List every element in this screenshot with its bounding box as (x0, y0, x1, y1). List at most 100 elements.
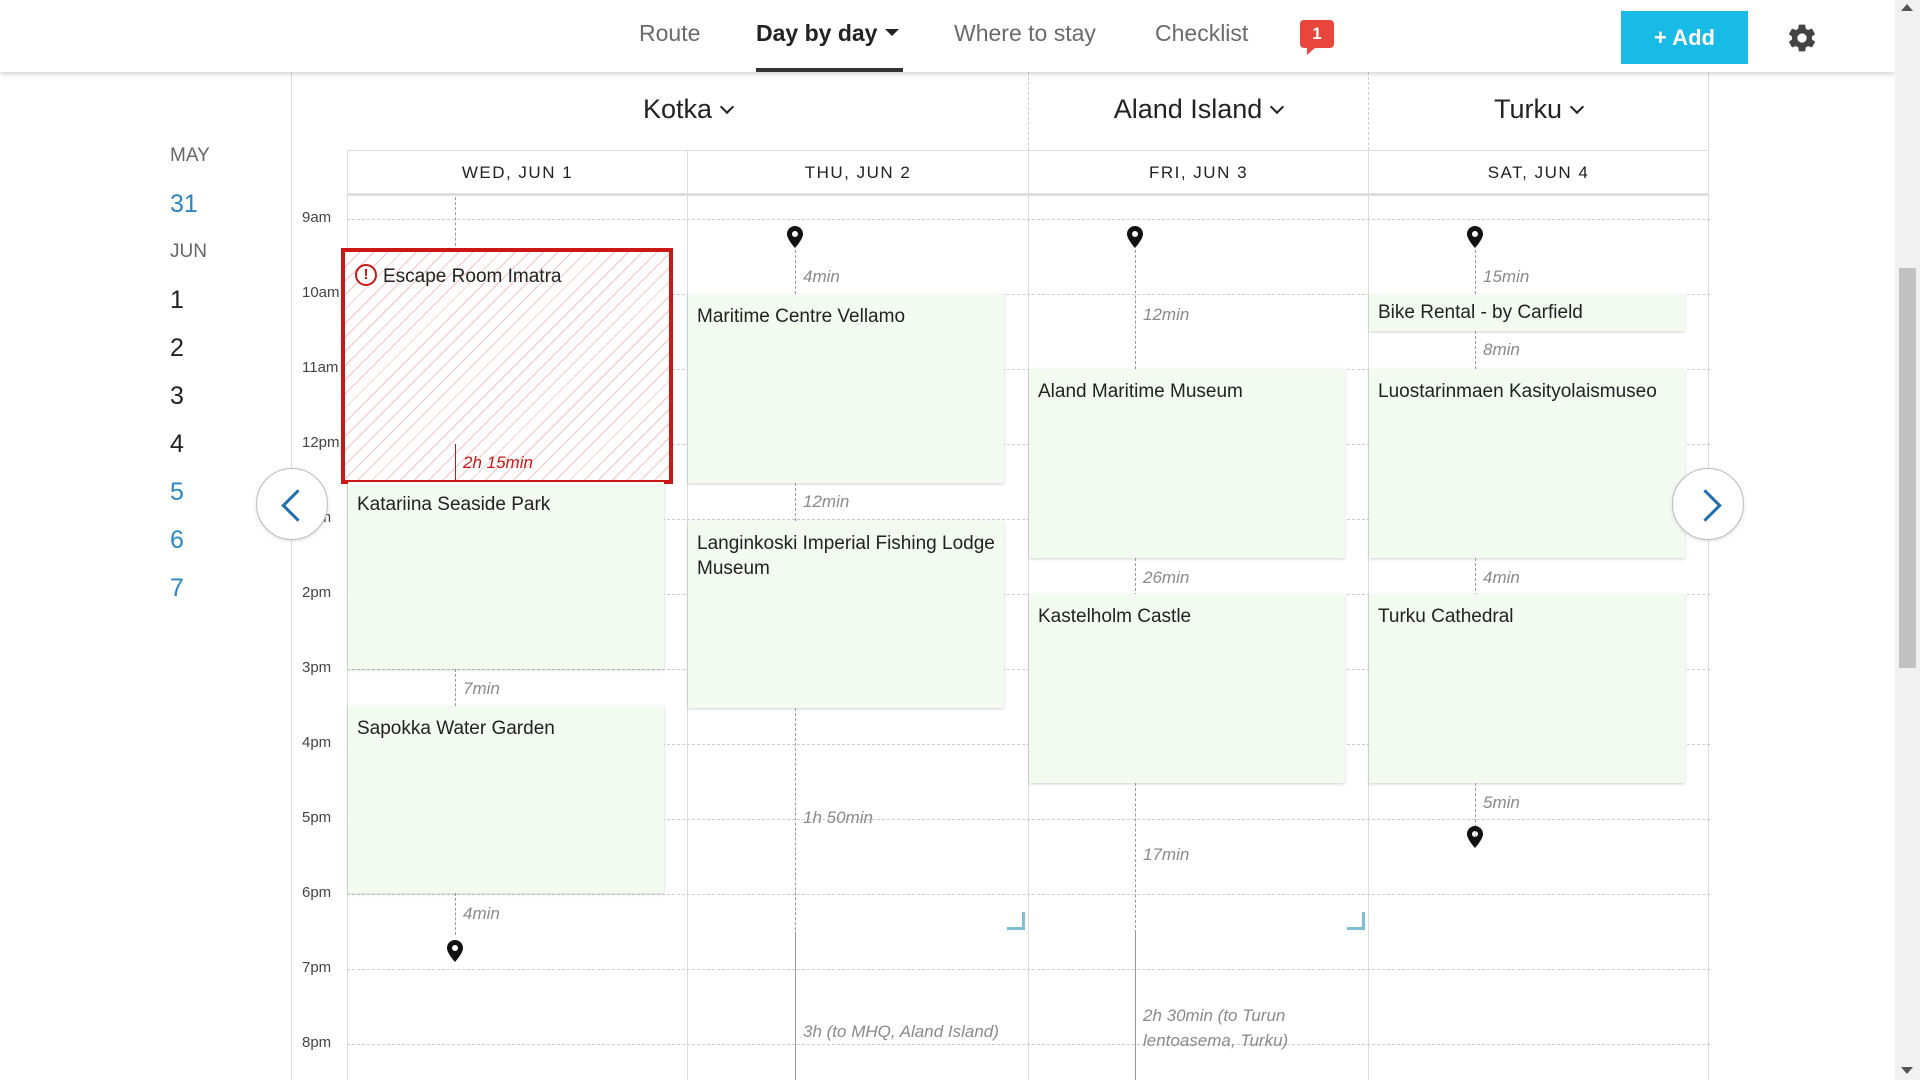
itinerary-calendar: Kotka Aland Island Turku WED, JUN 1 THU,… (291, 72, 1710, 1080)
conflict-duration: 2h 15min (463, 453, 533, 472)
travel-time: 4min (463, 904, 500, 923)
date-jun-4[interactable]: 4 (170, 430, 250, 459)
event-sapokka-water-garden[interactable]: Sapokka Water Garden (348, 706, 664, 893)
scroll-down-arrow-icon[interactable] (1901, 1067, 1913, 1074)
city-header-row: Kotka Aland Island Turku (292, 72, 1710, 150)
drag-corner-handle[interactable] (1007, 912, 1025, 930)
date-jun-3[interactable]: 3 (170, 382, 250, 411)
travel-time: 4min (803, 267, 840, 286)
hour-label: 5pm (302, 809, 332, 826)
scrollbar-thumb[interactable] (1899, 268, 1916, 668)
day-header-fri: FRI, JUN 3 (1028, 150, 1369, 196)
tab-where-to-stay[interactable]: Where to stay (954, 20, 1096, 47)
travel-time: 17min (1143, 845, 1190, 864)
day-header-wed: WED, JUN 1 (347, 150, 688, 196)
event-aland-maritime-museum[interactable]: Aland Maritime Museum (1029, 369, 1345, 558)
hour-label: 2pm (302, 584, 332, 601)
month-label-may: MAY (170, 145, 210, 166)
chevron-down-icon (719, 99, 735, 115)
date-jun-2[interactable]: 2 (170, 334, 250, 363)
event-title: Sapokka Water Garden (357, 718, 555, 739)
hour-label: 6pm (302, 884, 332, 901)
event-bike-rental-by-carfield[interactable]: Bike Rental - by Carfield (1369, 294, 1685, 331)
date-jun-7[interactable]: 7 (170, 574, 250, 603)
date-may-31[interactable]: 31 (170, 190, 250, 219)
event-katariina-seaside-park[interactable]: Katariina Seaside Park (348, 482, 664, 669)
city-name: Turku (1493, 94, 1562, 124)
active-tab-indicator (756, 68, 903, 72)
tab-day-by-day-label: Day by day (756, 20, 878, 46)
drag-corner-handle[interactable] (1347, 912, 1365, 930)
event-escape-room-imatra[interactable]: ! Escape Room Imatra (341, 248, 673, 484)
hour-label: 12pm (302, 434, 340, 451)
event-title: Bike Rental - by Carfield (1378, 302, 1583, 323)
event-title: Turku Cathedral (1378, 606, 1514, 627)
vertical-scrollbar[interactable] (1895, 0, 1920, 1080)
hour-line (347, 1044, 1710, 1045)
warning-icon: ! (355, 263, 377, 286)
city-turku[interactable]: Turku (1368, 94, 1708, 125)
column-line (1708, 196, 1709, 1080)
travel-connector (455, 893, 456, 935)
travel-time: 12min (803, 492, 850, 511)
hour-line (347, 894, 1710, 895)
travel-connector (1135, 558, 1136, 596)
travel-time: 4min (1483, 568, 1520, 587)
location-pin-icon (1467, 826, 1483, 848)
date-jun-6[interactable]: 6 (170, 526, 250, 555)
tab-checklist[interactable]: Checklist (1155, 20, 1248, 47)
travel-connector (795, 932, 796, 1080)
travel-time: 1h 50min (803, 808, 873, 827)
hour-label: 7pm (302, 959, 332, 976)
travel-connector (795, 250, 796, 294)
conflict-connector (455, 444, 456, 480)
location-pin-icon (447, 940, 463, 962)
location-pin-icon (787, 226, 803, 248)
travel-time: 8min (1483, 340, 1520, 359)
date-jun-1[interactable]: 1 (170, 286, 250, 315)
travel-connector (1135, 250, 1136, 369)
event-langinkoski-imperial-fishing-lodge[interactable]: Langinkoski Imperial Fishing Lodge Museu… (688, 521, 1004, 708)
hour-label: 3pm (302, 659, 332, 676)
travel-connector (455, 669, 456, 706)
city-aland-island[interactable]: Aland Island (1028, 94, 1368, 125)
city-name: Aland Island (1113, 94, 1263, 124)
hour-label: 9am (302, 209, 332, 226)
tab-route[interactable]: Route (639, 20, 700, 47)
chevron-down-icon (1270, 99, 1285, 115)
travel-connector (1475, 331, 1476, 369)
previous-days-button[interactable] (256, 468, 328, 540)
event-turku-cathedral[interactable]: Turku Cathedral (1369, 594, 1685, 783)
travel-time: 7min (463, 679, 500, 698)
event-title: Maritime Centre Vellamo (697, 306, 906, 327)
top-navigation-bar: Route Day by day Where to stay Checklist… (0, 0, 1895, 72)
travel-connector (795, 483, 796, 521)
travel-connector (1475, 558, 1476, 596)
travel-connector (1475, 250, 1476, 294)
event-title: Katariina Seaside Park (357, 494, 551, 515)
hour-label: 10am (302, 284, 340, 301)
location-pin-icon (1467, 226, 1483, 248)
add-button[interactable]: + Add (1621, 11, 1748, 64)
event-luostarinmaen-kasityolaismuseo[interactable]: Luostarinmaen Kasityolaismuseo (1369, 369, 1685, 558)
tab-day-by-day[interactable]: Day by day (756, 20, 900, 47)
city-kotka[interactable]: Kotka (347, 94, 1028, 125)
scroll-up-arrow-icon[interactable] (1901, 4, 1913, 11)
chevron-down-icon (1569, 99, 1585, 115)
travel-connector (1135, 932, 1136, 1080)
event-maritime-centre-vellamo[interactable]: Maritime Centre Vellamo (688, 294, 1004, 483)
month-label-jun: JUN (170, 241, 207, 262)
travel-time: 5min (1483, 793, 1520, 812)
event-title: Kastelholm Castle (1038, 606, 1192, 627)
event-kastelholm-castle[interactable]: Kastelholm Castle (1029, 594, 1345, 783)
location-pin-icon (1127, 226, 1143, 248)
event-title: Luostarinmaen Kasityolaismuseo (1378, 381, 1657, 402)
date-jun-5[interactable]: 5 (170, 478, 250, 507)
travel-time: 12min (1143, 305, 1190, 324)
notification-badge[interactable]: 1 (1300, 20, 1334, 55)
gear-icon[interactable] (1786, 22, 1818, 54)
event-title: Langinkoski Imperial Fishing Lodge Museu… (697, 533, 995, 579)
day-header-sat: SAT, JUN 4 (1368, 150, 1709, 196)
next-days-button[interactable] (1672, 468, 1744, 540)
travel-connector (1135, 783, 1136, 933)
